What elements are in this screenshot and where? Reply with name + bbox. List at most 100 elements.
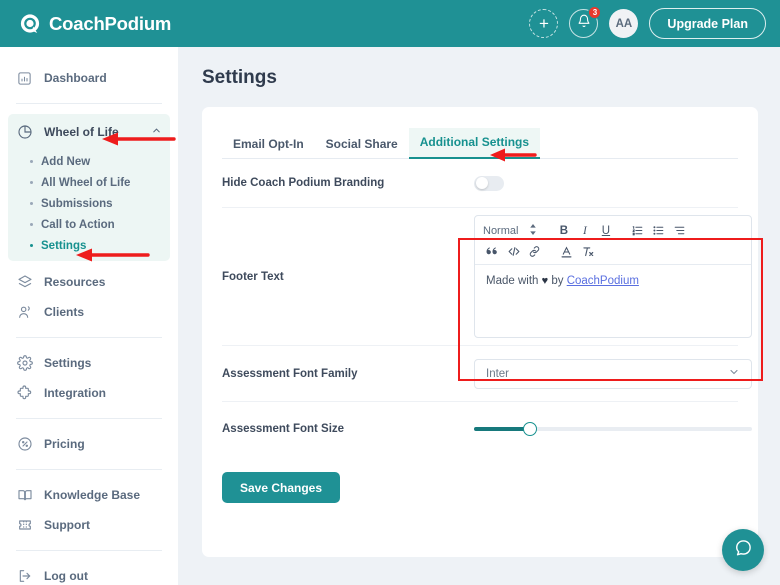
row-control: Inter [474, 358, 752, 389]
sidebar-item-settings-wheel[interactable]: Settings [8, 235, 170, 256]
gear-icon [16, 355, 33, 372]
logout-icon [16, 568, 33, 585]
sidebar-item-support[interactable]: Support [0, 510, 178, 540]
clear-format-icon[interactable] [578, 243, 597, 260]
link-icon[interactable] [525, 243, 544, 260]
percent-badge-icon [16, 436, 33, 453]
sidebar-item-add-new[interactable]: Add New [8, 151, 170, 172]
sidebar-item-log-out[interactable]: Log out [0, 561, 178, 585]
assessment-font-size-slider[interactable] [474, 422, 752, 436]
main-content: Settings Email Opt-In Social Share Addit… [178, 47, 780, 585]
sidebar-item-resources[interactable]: Resources [0, 267, 178, 297]
tab-additional-settings[interactable]: Additional Settings [408, 128, 541, 159]
sidebar-item-label: Support [44, 518, 90, 532]
sidebar-subitem-label: Settings [41, 239, 87, 252]
quote-icon[interactable] [483, 243, 502, 260]
pie-chart-icon [16, 124, 33, 141]
ticket-icon [16, 517, 33, 534]
row-label: Assessment Font Size [222, 423, 345, 435]
sidebar-item-label: Dashboard [44, 71, 107, 85]
sidebar-group-wheel-of-life: Wheel of Life Add New All Wheel of Life … [8, 114, 170, 261]
sidebar-item-submissions[interactable]: Submissions [8, 193, 170, 214]
row-control: Normal B I U Made with ♥ by CoachPodium [474, 215, 752, 338]
text-color-icon[interactable] [557, 243, 576, 260]
sidebar-item-knowledge-base[interactable]: Knowledge Base [0, 480, 178, 510]
row-hide-branding: Hide Coach Podium Branding [222, 159, 738, 208]
app-root: CoachPodium + 3 AA Upgrade Plan Dashboar… [0, 0, 780, 585]
save-changes-button[interactable]: Save Changes [222, 472, 340, 503]
brand-logo[interactable]: CoachPodium [18, 12, 171, 36]
chat-bubble-icon [733, 538, 753, 563]
bullet-dot-icon [30, 160, 33, 163]
sidebar-item-label: Resources [44, 275, 106, 289]
row-font-size: Assessment Font Size [222, 402, 752, 456]
tab-social-share[interactable]: Social Share [315, 130, 409, 159]
row-label: Hide Coach Podium Branding [222, 177, 385, 189]
plus-icon: + [538, 13, 549, 33]
help-widget-button[interactable] [722, 529, 764, 571]
sidebar-item-pricing[interactable]: Pricing [0, 429, 178, 459]
select-value: Inter [486, 367, 510, 380]
assessment-font-family-select[interactable]: Inter [474, 358, 752, 389]
sidebar-divider-4 [16, 469, 162, 470]
indent-icon[interactable] [670, 222, 689, 239]
bullet-list-icon[interactable] [649, 222, 668, 239]
sidebar-item-label: Pricing [44, 437, 85, 451]
sidebar-group-header[interactable]: Wheel of Life [8, 117, 170, 147]
italic-button[interactable]: I [575, 222, 594, 239]
toggle-knob [476, 177, 488, 189]
sidebar-item-call-to-action[interactable]: Call to Action [8, 214, 170, 235]
format-select[interactable]: Normal [483, 223, 541, 238]
footer-text-link[interactable]: CoachPodium [567, 275, 639, 287]
notifications-button[interactable]: 3 [569, 6, 602, 38]
format-select-value: Normal [483, 224, 519, 237]
slider-fill [474, 427, 530, 431]
add-button[interactable]: + [529, 9, 559, 38]
notification-count-badge: 3 [588, 6, 602, 19]
upgrade-plan-button[interactable]: Upgrade Plan [649, 8, 766, 39]
code-icon[interactable] [504, 243, 523, 260]
sidebar-divider-1 [16, 103, 162, 104]
layers-icon [16, 274, 33, 291]
row-label: Assessment Font Family [222, 367, 358, 380]
book-icon [16, 487, 33, 504]
footer-text-prefix: Made with [486, 275, 542, 287]
bullet-dot-icon [30, 202, 33, 205]
brand-name: CoachPodium [49, 12, 172, 34]
slider-thumb[interactable] [522, 422, 537, 436]
toolbar-row-2 [483, 243, 743, 260]
sidebar-item-label: Settings [44, 356, 92, 370]
page-title: Settings [202, 67, 277, 88]
sidebar-item-label: Log out [44, 569, 88, 583]
sidebar: Dashboard Wheel of Life Add New All Whee… [0, 47, 178, 585]
row-control [474, 422, 752, 436]
bullet-dot-icon [30, 244, 33, 247]
avatar[interactable]: AA [609, 9, 639, 38]
footer-text-input[interactable]: Made with ♥ by CoachPodium [475, 265, 751, 337]
tab-email-opt-in[interactable]: Email Opt-In [222, 130, 315, 159]
sidebar-item-dashboard[interactable]: Dashboard [0, 63, 178, 93]
sidebar-subitem-label: Submissions [41, 197, 113, 210]
underline-button[interactable]: U [596, 222, 615, 239]
sidebar-group-label: Wheel of Life [44, 125, 119, 139]
sidebar-item-settings[interactable]: Settings [0, 348, 178, 378]
tab-bar: Email Opt-In Social Share Additional Set… [222, 107, 738, 159]
editor-toolbar: Normal B I U [475, 216, 751, 265]
sidebar-item-clients[interactable]: Clients [0, 297, 178, 327]
chevron-up-icon[interactable] [151, 125, 162, 139]
ordered-list-icon[interactable] [628, 222, 647, 239]
users-icon [16, 304, 33, 321]
chart-bar-icon [16, 70, 33, 87]
hide-branding-toggle[interactable] [474, 175, 504, 191]
sidebar-divider-5 [16, 550, 162, 551]
speech-bubble-logo-icon [18, 12, 42, 36]
updown-arrows-icon [529, 223, 537, 238]
sidebar-item-label: Integration [44, 386, 106, 400]
sidebar-item-integration[interactable]: Integration [0, 378, 178, 408]
settings-card: Email Opt-In Social Share Additional Set… [202, 107, 758, 557]
bullet-dot-icon [30, 223, 33, 226]
sidebar-item-label: Clients [44, 305, 85, 319]
sidebar-item-all-wheel-of-life[interactable]: All Wheel of Life [8, 172, 170, 193]
bold-button[interactable]: B [554, 222, 573, 239]
row-footer-text: Footer Text Normal B I U Made with ♥ by … [222, 208, 752, 346]
